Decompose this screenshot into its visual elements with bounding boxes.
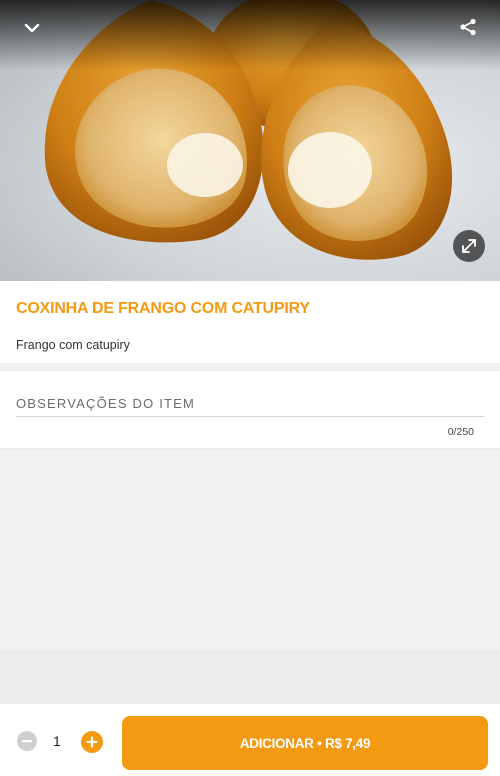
product-description: Frango com catupiry: [16, 338, 130, 352]
product-image: [0, 0, 500, 281]
share-icon: [460, 18, 476, 36]
item-notes-input[interactable]: OBSERVAÇÕES DO ITEM: [16, 396, 195, 411]
notes-underline: [16, 416, 484, 417]
add-to-cart-button[interactable]: ADICIONAR • R$ 7,49: [122, 716, 488, 770]
product-info: COXINHA DE FRANGO COM CATUPIRY Frango co…: [0, 281, 500, 363]
add-button-separator: •: [317, 735, 322, 751]
quantity-value: 1: [53, 733, 61, 749]
expand-icon: [462, 239, 476, 253]
quantity-increase-button[interactable]: [81, 731, 103, 753]
add-button-label: ADICIONAR: [239, 735, 314, 751]
order-footer: 1 ADICIONAR • R$ 7,49: [0, 704, 500, 776]
plus-icon: [86, 736, 98, 748]
quantity-decrease-button[interactable]: [17, 731, 37, 751]
chevron-down-icon: [24, 23, 40, 33]
share-button[interactable]: [452, 11, 484, 43]
item-notes-section: OBSERVAÇÕES DO ITEM 0/250: [0, 371, 500, 448]
notes-char-counter: 0/250: [447, 426, 474, 438]
footer-shadow-band: [0, 650, 500, 704]
product-title: COXINHA DE FRANGO COM CATUPIRY: [16, 300, 310, 317]
back-button[interactable]: [16, 12, 48, 44]
expand-image-button[interactable]: [453, 230, 485, 262]
add-button-price: R$ 7,49: [324, 735, 371, 751]
minus-icon: [22, 740, 32, 743]
